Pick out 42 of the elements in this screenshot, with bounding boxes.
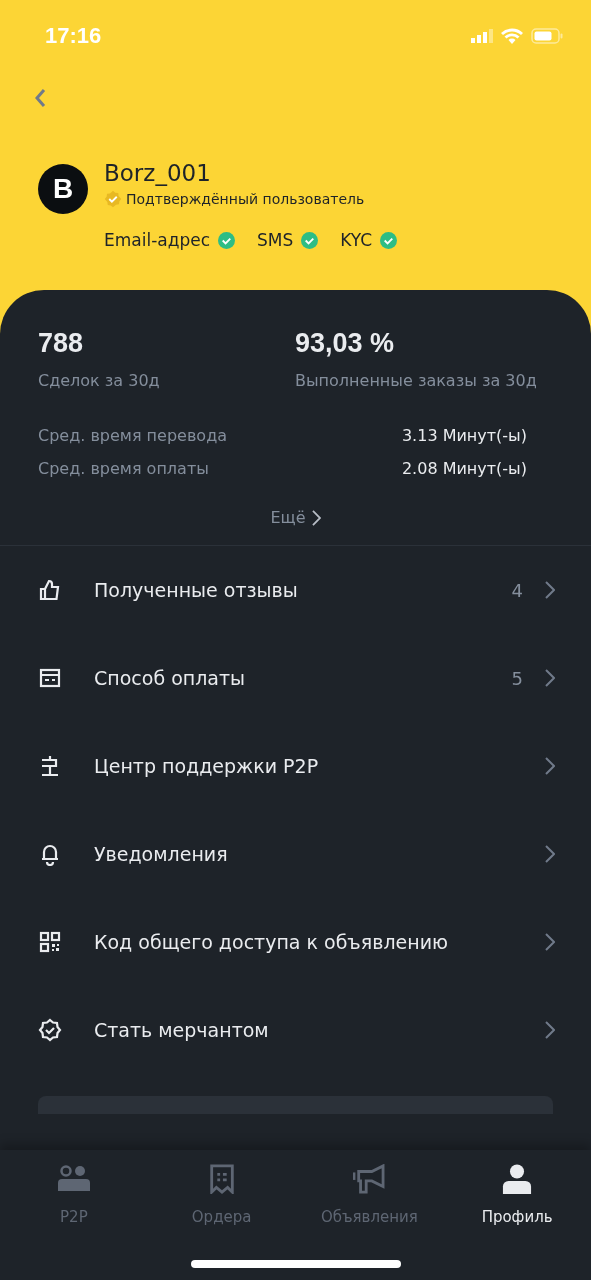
thumbs-up-icon: [38, 578, 62, 602]
detail-value: 3.13 Минут(-ы): [401, 426, 527, 445]
menu-item[interactable]: Стать мерчантом: [0, 986, 591, 1074]
nav-tab[interactable]: Профиль: [443, 1164, 591, 1226]
wifi-icon: [501, 28, 523, 44]
menu-item[interactable]: Центр поддержки P2P: [0, 722, 591, 810]
more-link[interactable]: Ещё: [270, 508, 321, 527]
menu-item[interactable]: Уведомления: [0, 810, 591, 898]
card-icon: [38, 666, 62, 690]
chevron-right-icon: [545, 1021, 555, 1039]
chevron-right-icon: [545, 581, 555, 599]
avatar: B: [38, 164, 88, 214]
detail-label: Сред. время перевода: [38, 426, 227, 445]
chevron-right-icon: [311, 509, 321, 526]
menu-item[interactable]: Способ оплаты 5: [0, 634, 591, 722]
verification-label: KYC: [340, 230, 373, 250]
stat-label: Сделок за 30д: [38, 371, 161, 390]
stat-value: 93,03 %: [295, 328, 396, 359]
stat-label: Выполненные заказы за 30д: [295, 371, 537, 390]
username: Borz_001: [104, 160, 212, 186]
chevron-right-icon: [545, 669, 555, 687]
chevron-right-icon: [545, 757, 555, 775]
verified-user-label: Подтверждённый пользователь: [126, 191, 365, 207]
status-time: 17:16: [45, 23, 102, 49]
signal-icon: [471, 29, 493, 43]
verification-label: SMS: [257, 230, 294, 250]
person-icon: [501, 1164, 534, 1194]
chevron-right-icon: [545, 933, 555, 951]
back-icon: [34, 87, 46, 108]
verified-badge-icon: [104, 190, 122, 208]
qr-code-icon: [38, 930, 62, 954]
people-icon: [57, 1164, 90, 1194]
verification-label: Email-адрес: [104, 230, 211, 250]
menu-item[interactable]: Полученные отзывы 4: [0, 546, 591, 634]
detail-label: Сред. время оплаты: [38, 459, 209, 478]
battery-icon: [531, 28, 563, 44]
chevron-right-icon: [545, 845, 555, 863]
menu-item[interactable]: Код общего доступа к объявлению: [0, 898, 591, 986]
detail-value: 2.08 Минут(-ы): [401, 459, 527, 478]
stat-value: 788: [38, 328, 85, 359]
megaphone-icon: [353, 1164, 386, 1194]
verified-badge-icon: [38, 1018, 62, 1042]
